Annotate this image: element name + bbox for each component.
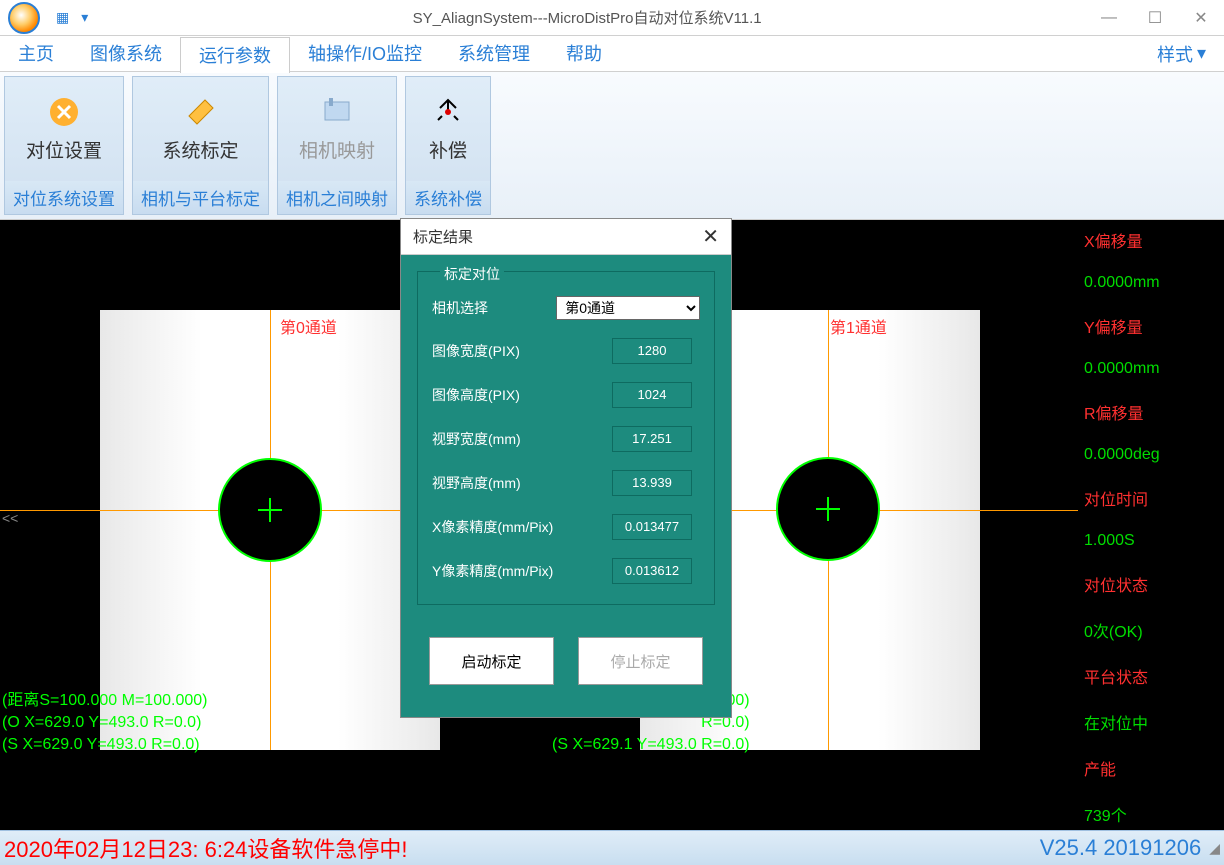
calibration-result-dialog: 标定结果 ✕ 标定对位 相机选择 第0通道 图像宽度(PIX) 1280 图像高… [400, 218, 732, 718]
form-label: 视野宽度(mm) [432, 429, 562, 449]
ruler-icon [185, 96, 217, 128]
menu-run-params[interactable]: 运行参数 [180, 37, 290, 73]
y-precision-value: 0.013612 [612, 558, 692, 584]
ribbon-group-compensation[interactable]: 补偿 系统补偿 [405, 76, 491, 215]
ribbon-group-align-settings[interactable]: 对位设置 对位系统设置 [4, 76, 124, 215]
menubar: 主页 图像系统 运行参数 轴操作/IO监控 系统管理 帮助 样式 ▾ [0, 36, 1224, 72]
status-text: 2020年02月12日23: 6:24设备软件急停中! [4, 832, 1040, 864]
y-offset-value: 0.0000mm [1084, 360, 1218, 378]
form-label: Y像素精度(mm/Pix) [432, 561, 562, 581]
x-offset-value: 0.0000mm [1084, 274, 1218, 292]
ribbon: 对位设置 对位系统设置 系统标定 相机与平台标定 相机映射 相机之间映射 补偿 … [0, 72, 1224, 220]
ribbon-label: 相机与平台标定 [133, 181, 268, 214]
align-time-value: 1.000S [1084, 532, 1218, 550]
start-calibration-button[interactable]: 启动标定 [429, 637, 554, 685]
channel-1-label: 第1通道 [830, 314, 887, 338]
qat-item[interactable]: ▦ [56, 9, 69, 26]
qat-dropdown-icon[interactable]: ▾ [81, 9, 88, 26]
platform-state-label: 平台状态 [1084, 664, 1218, 688]
camera-select-row: 相机选择 第0通道 [432, 296, 700, 320]
menu-image-system[interactable]: 图像系统 [72, 36, 180, 72]
align-state-value: 0次(OK) [1084, 618, 1218, 642]
maximize-button[interactable]: ☐ [1132, 0, 1178, 36]
platform-state-value: 在对位中 [1084, 710, 1218, 734]
minimize-button[interactable]: — [1086, 0, 1132, 36]
fov-width-row: 视野宽度(mm) 17.251 [432, 426, 700, 452]
dialog-title: 标定结果 [413, 226, 702, 247]
target-cross-icon [816, 497, 840, 521]
style-dropdown[interactable]: 样式 ▾ [1139, 41, 1224, 67]
chevron-down-icon: ▾ [1197, 43, 1206, 64]
fov-height-row: 视野高度(mm) 13.939 [432, 470, 700, 496]
style-label: 样式 [1157, 41, 1193, 67]
resize-grip-icon[interactable]: ◢ [1209, 840, 1220, 857]
image-width-row: 图像宽度(PIX) 1280 [432, 338, 700, 364]
x-precision-value: 0.013477 [612, 514, 692, 540]
form-label: X像素精度(mm/Pix) [432, 517, 562, 537]
compensation-icon [432, 96, 464, 128]
y-offset-label: Y偏移量 [1084, 314, 1218, 338]
fov-width-value: 17.251 [612, 426, 692, 452]
menu-axis-io[interactable]: 轴操作/IO监控 [290, 36, 440, 72]
coord-line: (S X=629.0 Y=493.0 R=0.0) [2, 734, 207, 756]
r-offset-value: 0.0000deg [1084, 446, 1218, 464]
statusbar: 2020年02月12日23: 6:24设备软件急停中! V25.4 201912… [0, 830, 1224, 865]
image-width-value: 1280 [612, 338, 692, 364]
quick-access-toolbar: ▦ ▾ [56, 9, 88, 26]
map-icon [321, 96, 353, 128]
dialog-titlebar[interactable]: 标定结果 ✕ [401, 219, 731, 255]
coords-channel-0: (距离S=100.000 M=100.000) (O X=629.0 Y=493… [2, 690, 207, 756]
x-offset-label: X偏移量 [1084, 228, 1218, 252]
app-icon [8, 2, 40, 34]
fov-height-value: 13.939 [612, 470, 692, 496]
form-label: 图像高度(PIX) [432, 385, 562, 405]
ribbon-title: 补偿 [429, 136, 467, 163]
menu-home[interactable]: 主页 [0, 36, 72, 72]
wrench-icon [48, 96, 80, 128]
form-label: 视野高度(mm) [432, 473, 562, 493]
camera-select-label: 相机选择 [432, 298, 556, 318]
ribbon-label: 对位系统设置 [5, 181, 123, 214]
channel-0-label: 第0通道 [280, 314, 337, 338]
menu-system-mgmt[interactable]: 系统管理 [440, 36, 548, 72]
target-cross-icon [258, 498, 282, 522]
stop-calibration-button[interactable]: 停止标定 [578, 637, 703, 685]
window-title: SY_AliagnSystem---MicroDistPro自动对位系统V11.… [88, 7, 1086, 28]
r-offset-label: R偏移量 [1084, 400, 1218, 424]
align-state-label: 对位状态 [1084, 572, 1218, 596]
image-height-value: 1024 [612, 382, 692, 408]
coord-line: (S X=629.1 Y=493.0 R=0.0) [552, 734, 750, 756]
x-precision-row: X像素精度(mm/Pix) 0.013477 [432, 514, 700, 540]
status-panel: X偏移量 0.0000mm Y偏移量 0.0000mm R偏移量 0.0000d… [1078, 220, 1224, 830]
version-text: V25.4 20191206 [1040, 835, 1202, 861]
y-precision-row: Y像素精度(mm/Pix) 0.013612 [432, 558, 700, 584]
align-time-label: 对位时间 [1084, 486, 1218, 510]
fieldset-legend: 标定对位 [440, 264, 504, 284]
coord-line: (距离S=100.000 M=100.000) [2, 690, 207, 712]
form-label: 图像宽度(PIX) [432, 341, 562, 361]
ribbon-label: 系统补偿 [406, 181, 490, 214]
prev-arrow-icon[interactable]: << [2, 510, 18, 526]
titlebar: ▦ ▾ SY_AliagnSystem---MicroDistPro自动对位系统… [0, 0, 1224, 36]
menu-help[interactable]: 帮助 [548, 36, 620, 72]
coord-line: (O X=629.0 Y=493.0 R=0.0) [2, 712, 207, 734]
ribbon-title: 系统标定 [162, 136, 238, 163]
throughput-value: 739个 [1084, 802, 1218, 826]
throughput-label: 产能 [1084, 756, 1218, 780]
camera-select-dropdown[interactable]: 第0通道 [556, 296, 700, 320]
calibration-fieldset: 标定对位 相机选择 第0通道 图像宽度(PIX) 1280 图像高度(PIX) … [417, 271, 715, 605]
ribbon-title: 相机映射 [299, 136, 375, 163]
close-button[interactable]: ✕ [1178, 0, 1224, 36]
ribbon-group-system-calib[interactable]: 系统标定 相机与平台标定 [132, 76, 269, 215]
image-height-row: 图像高度(PIX) 1024 [432, 382, 700, 408]
ribbon-group-camera-map[interactable]: 相机映射 相机之间映射 [277, 76, 397, 215]
ribbon-title: 对位设置 [26, 136, 102, 163]
ribbon-label: 相机之间映射 [278, 181, 396, 214]
dialog-close-button[interactable]: ✕ [702, 224, 719, 249]
